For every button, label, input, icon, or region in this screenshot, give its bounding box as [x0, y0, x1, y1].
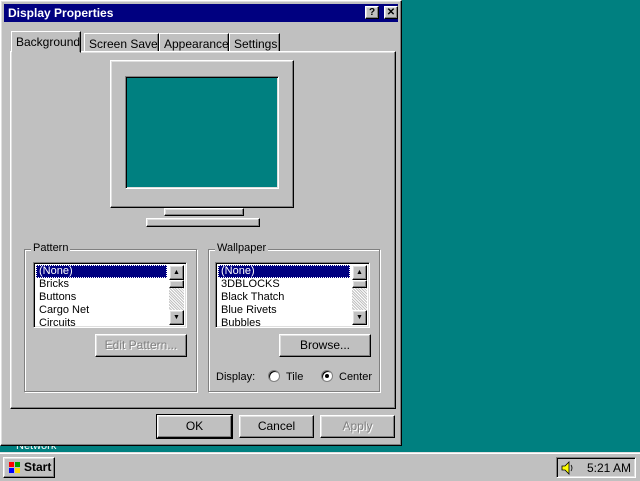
tile-radio[interactable] — [268, 370, 280, 382]
start-button[interactable]: Start — [3, 457, 55, 478]
wallpaper-label: Wallpaper — [215, 242, 269, 254]
tab-screen-saver[interactable]: Screen Saver — [84, 33, 162, 52]
pattern-label: Pattern — [31, 242, 71, 254]
list-item[interactable]: Bricks — [36, 278, 167, 291]
scroll-up-icon[interactable]: ▲ — [352, 265, 367, 280]
speaker-icon[interactable] — [561, 461, 575, 475]
monitor-preview — [110, 60, 294, 208]
apply-button[interactable]: Apply — [320, 415, 395, 438]
close-button[interactable]: ✕ — [384, 6, 398, 19]
scroll-thumb[interactable] — [169, 280, 184, 288]
monitor-stand-neck — [164, 208, 244, 216]
browse-button[interactable]: Browse... — [279, 334, 371, 357]
pattern-scrollbar[interactable]: ▲ ▼ — [169, 265, 184, 325]
center-radio[interactable] — [321, 370, 333, 382]
tab-appearance[interactable]: Appearance — [159, 33, 229, 52]
start-label: Start — [24, 460, 52, 474]
pattern-listbox[interactable]: (None) Bricks Buttons Cargo Net Circuits… — [33, 262, 187, 328]
scroll-up-icon[interactable]: ▲ — [169, 265, 184, 280]
list-item[interactable]: Black Thatch — [218, 291, 350, 304]
list-item[interactable]: Bubbles — [218, 317, 350, 327]
list-item[interactable]: Blue Rivets — [218, 304, 350, 317]
cancel-button[interactable]: Cancel — [239, 415, 314, 438]
help-icon: ? — [368, 7, 376, 18]
wallpaper-scrollbar[interactable]: ▲ ▼ — [352, 265, 367, 325]
scroll-thumb[interactable] — [352, 280, 367, 288]
tab-background[interactable]: Background — [11, 31, 81, 53]
display-mode-label: Display: — [216, 371, 256, 383]
center-radio-label[interactable]: Center — [339, 371, 372, 383]
wallpaper-listbox[interactable]: (None) 3DBLOCKS Black Thatch Blue Rivets… — [215, 262, 370, 328]
scroll-down-icon[interactable]: ▼ — [169, 310, 184, 325]
help-button[interactable]: ? — [365, 6, 379, 19]
start-logo-icon — [9, 462, 20, 473]
list-item[interactable]: (None) — [218, 265, 350, 278]
tile-radio-label[interactable]: Tile — [286, 371, 303, 383]
list-item[interactable]: 3DBLOCKS — [218, 278, 350, 291]
list-item[interactable]: Buttons — [36, 291, 167, 304]
tab-settings[interactable]: Settings — [229, 33, 280, 52]
scroll-down-icon[interactable]: ▼ — [352, 310, 367, 325]
title-bar[interactable]: Display Properties ? ✕ — [4, 4, 398, 22]
clock[interactable]: 5:21 AM — [587, 461, 631, 475]
monitor-stand-base — [146, 218, 260, 227]
monitor-screen — [125, 76, 279, 189]
edit-pattern-button[interactable]: Edit Pattern... — [95, 334, 187, 357]
list-item[interactable]: Circuits — [36, 317, 167, 327]
window-title: Display Properties — [8, 6, 114, 20]
list-item[interactable]: Cargo Net — [36, 304, 167, 317]
list-item[interactable]: (None) — [36, 265, 167, 278]
system-tray: 5:21 AM — [556, 457, 636, 478]
close-icon: ✕ — [386, 7, 396, 18]
taskbar: Start 5:21 AM — [0, 452, 640, 481]
ok-button[interactable]: OK — [156, 414, 233, 439]
